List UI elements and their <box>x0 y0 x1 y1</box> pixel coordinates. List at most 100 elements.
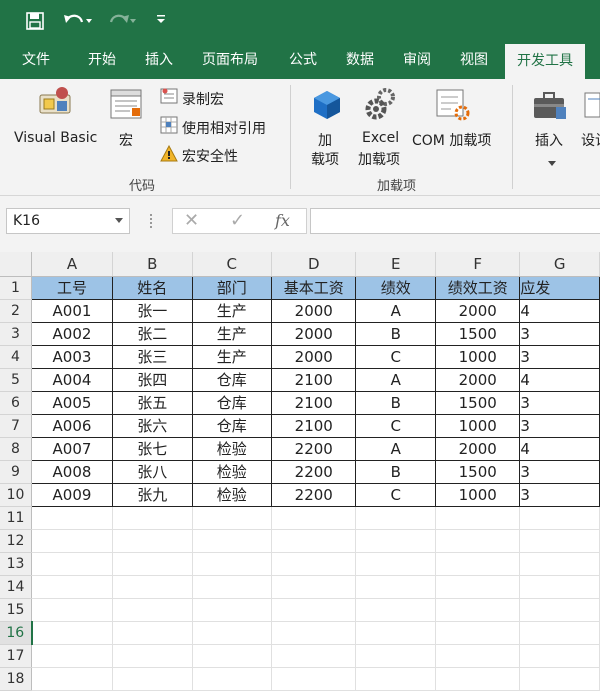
column-header[interactable]: E <box>355 252 436 277</box>
undo-icon[interactable] <box>62 11 92 31</box>
cell[interactable]: B <box>355 321 436 346</box>
cell[interactable]: 1500 <box>434 459 521 484</box>
cell[interactable]: 2200 <box>271 459 357 484</box>
select-all-corner[interactable] <box>0 252 33 277</box>
column-header[interactable]: A <box>31 252 113 277</box>
cell[interactable]: B <box>355 459 436 484</box>
cell[interactable]: 2000 <box>271 344 357 369</box>
cell[interactable] <box>435 598 521 622</box>
cell[interactable]: 张七 <box>111 436 193 461</box>
tab-view[interactable]: 视图 <box>460 42 488 79</box>
cell[interactable] <box>31 621 113 645</box>
cell[interactable]: 张八 <box>111 459 193 484</box>
cell[interactable] <box>112 644 193 668</box>
cell[interactable] <box>355 529 436 553</box>
cell[interactable]: 4 <box>519 367 600 392</box>
tab-data[interactable]: 数据 <box>346 42 374 79</box>
cell[interactable] <box>355 575 436 599</box>
column-header[interactable]: G <box>519 252 600 277</box>
cell[interactable]: 张一 <box>111 298 193 323</box>
cell[interactable]: 3 <box>519 390 600 415</box>
cell[interactable]: 工号 <box>31 275 113 300</box>
cell[interactable]: 2100 <box>271 367 357 392</box>
cell[interactable] <box>355 644 436 668</box>
cell[interactable]: 3 <box>519 413 600 438</box>
cell[interactable] <box>192 667 273 691</box>
com-add-ins-icon[interactable] <box>436 89 472 125</box>
insert-function-button[interactable]: fx <box>275 211 290 230</box>
cell[interactable] <box>271 644 357 668</box>
cell[interactable] <box>435 575 521 599</box>
cell[interactable] <box>112 506 193 530</box>
cell[interactable]: 3 <box>519 321 600 346</box>
com-add-ins-button[interactable]: COM 加载项 <box>412 130 491 150</box>
cancel-icon[interactable]: ✕ <box>184 210 199 231</box>
cell[interactable]: 2200 <box>271 436 357 461</box>
cell[interactable]: 2100 <box>271 390 357 415</box>
cell[interactable] <box>192 506 273 530</box>
cell[interactable] <box>112 621 193 645</box>
cell[interactable]: 2000 <box>434 298 521 323</box>
macros-button[interactable]: 宏 <box>119 130 133 150</box>
column-header[interactable]: F <box>435 252 521 277</box>
cell[interactable]: 2000 <box>434 436 521 461</box>
cell[interactable] <box>192 529 273 553</box>
cell[interactable]: C <box>355 482 436 507</box>
cell[interactable]: 部门 <box>191 275 273 300</box>
cell[interactable] <box>112 552 193 576</box>
cell[interactable]: 生产 <box>191 321 273 346</box>
cell[interactable] <box>355 621 436 645</box>
row-header[interactable]: 9 <box>0 460 33 484</box>
tab-formulas[interactable]: 公式 <box>289 42 317 79</box>
macro-security-button[interactable]: 宏安全性 <box>182 146 238 166</box>
cell[interactable] <box>355 598 436 622</box>
cell[interactable]: 仓库 <box>191 413 273 438</box>
cell[interactable]: 张三 <box>111 344 193 369</box>
cell[interactable]: A007 <box>31 436 113 461</box>
cell[interactable] <box>519 529 600 553</box>
more-options-icon[interactable] <box>150 214 154 228</box>
cell[interactable]: 3 <box>519 482 600 507</box>
row-header[interactable]: 2 <box>0 299 33 323</box>
row-header[interactable]: 8 <box>0 437 33 461</box>
chevron-down-icon[interactable] <box>548 156 556 171</box>
cell[interactable]: 4 <box>519 298 600 323</box>
save-icon[interactable] <box>26 12 44 30</box>
cell[interactable] <box>192 575 273 599</box>
row-header[interactable]: 3 <box>0 322 33 346</box>
cell[interactable]: 2100 <box>271 413 357 438</box>
cell[interactable] <box>435 552 521 576</box>
row-header[interactable]: 12 <box>0 529 33 553</box>
cell[interactable]: 检验 <box>191 459 273 484</box>
tab-developer[interactable]: 开发工具 <box>505 44 585 79</box>
cell[interactable]: 1500 <box>434 321 521 346</box>
cell[interactable]: 1000 <box>434 482 521 507</box>
column-header[interactable]: C <box>192 252 273 277</box>
cell[interactable]: A002 <box>31 321 113 346</box>
cell[interactable] <box>31 598 113 622</box>
cell[interactable]: A <box>355 436 436 461</box>
cell[interactable]: 1500 <box>434 390 521 415</box>
excel-add-ins-icon[interactable] <box>364 87 398 125</box>
cell[interactable] <box>519 552 600 576</box>
cell[interactable] <box>435 506 521 530</box>
cell[interactable] <box>519 575 600 599</box>
cell[interactable]: A004 <box>31 367 113 392</box>
cell[interactable]: 应发 <box>519 275 600 300</box>
row-header[interactable]: 7 <box>0 414 33 438</box>
cell[interactable] <box>31 552 113 576</box>
enter-icon[interactable]: ✓ <box>230 210 245 231</box>
cell[interactable]: 检验 <box>191 482 273 507</box>
cell[interactable] <box>271 598 357 622</box>
insert-controls-button[interactable]: 插入 <box>535 130 563 150</box>
cell[interactable]: A006 <box>31 413 113 438</box>
row-header[interactable]: 1 <box>0 276 33 300</box>
cell[interactable]: A009 <box>31 482 113 507</box>
excel-add-ins-label-2[interactable]: 加载项 <box>358 149 400 169</box>
cell[interactable]: 绩效 <box>355 275 436 300</box>
cell[interactable]: C <box>355 413 436 438</box>
add-ins-label-1[interactable]: 加 <box>318 130 332 150</box>
cell[interactable] <box>31 506 113 530</box>
cell[interactable]: 绩效工资 <box>434 275 521 300</box>
tab-home[interactable]: 开始 <box>88 42 116 79</box>
